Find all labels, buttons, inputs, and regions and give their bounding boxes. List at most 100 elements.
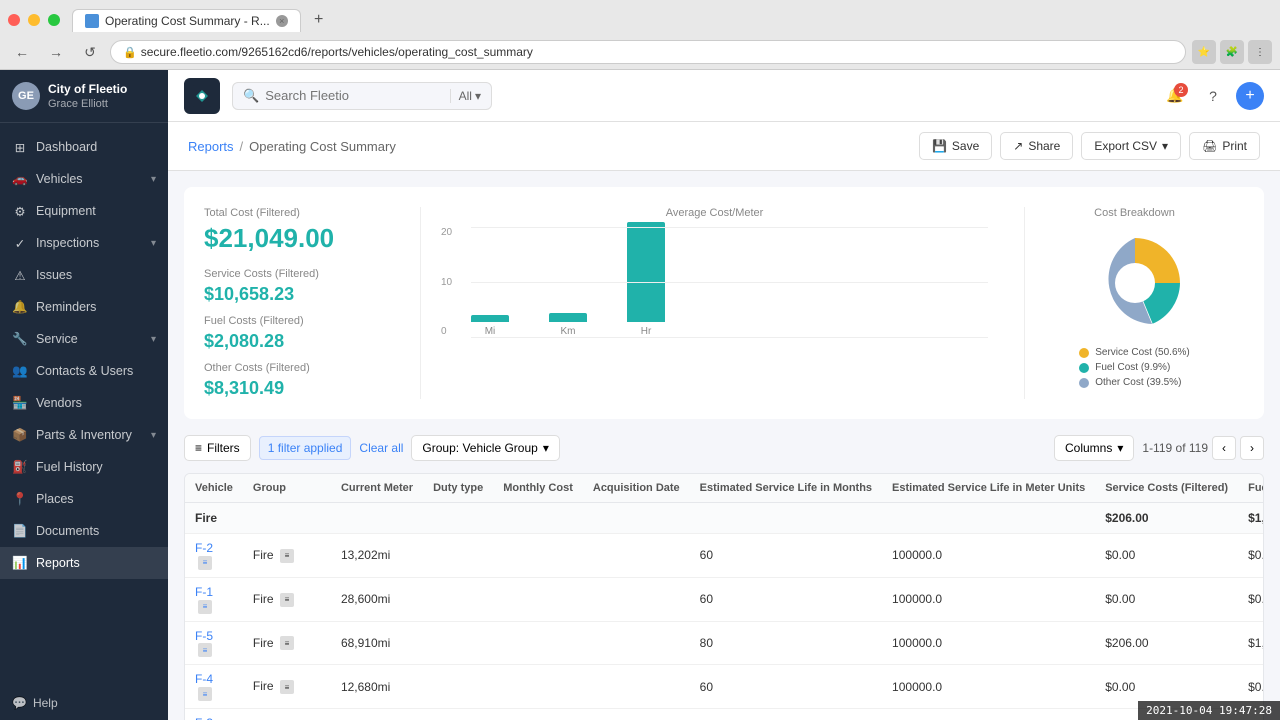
bookmark-btn[interactable]: ⭐ — [1192, 40, 1216, 64]
sidebar-item-vehicles[interactable]: 🚗 Vehicles ▾ — [0, 163, 168, 195]
vehicle-f1-link[interactable]: F-1 ≡ — [195, 585, 213, 613]
cell-group: Fire ≡ — [243, 665, 331, 709]
sidebar-item-dashboard[interactable]: ⊞ Dashboard — [0, 131, 168, 163]
new-tab-btn[interactable]: + — [305, 6, 333, 34]
sidebar-item-parts[interactable]: 📦 Parts & Inventory ▾ — [0, 419, 168, 451]
sidebar-item-documents[interactable]: 📄 Documents — [0, 515, 168, 547]
vehicle-f3-link[interactable]: F-3 ≡ — [195, 716, 213, 720]
sidebar-item-reminders[interactable]: 🔔 Reminders — [0, 291, 168, 323]
vehicle-f2-link[interactable]: F-2 ≡ — [195, 541, 213, 569]
fuel-icon: ⛽ — [12, 459, 28, 475]
search-chevron-icon: ▾ — [475, 89, 481, 103]
sidebar-item-inspections[interactable]: ✓ Inspections ▾ — [0, 227, 168, 259]
app-logo — [184, 78, 220, 114]
tab-close-btn[interactable]: × — [276, 15, 288, 27]
back-btn[interactable]: ← — [8, 38, 36, 66]
parts-chevron-icon: ▾ — [151, 430, 156, 441]
pie-chart-title: Cost Breakdown — [1094, 207, 1175, 219]
search-all-label: All — [459, 89, 472, 103]
fire-fuel: $1,282.50 — [1238, 503, 1264, 534]
table-body: Fire $206.00 $1,282.50 $0.00 $1,488.50 $… — [185, 503, 1264, 720]
col-vehicle: Vehicle — [185, 474, 243, 503]
add-new-btn[interactable]: + — [1236, 82, 1264, 110]
vehicles-icon: 🚗 — [12, 171, 28, 187]
tab-bar: Operating Cost Summary - R... × + — [0, 0, 1280, 34]
filter-icon: ≡ — [195, 441, 202, 455]
service-cost-label: Service Costs (Filtered) — [204, 268, 404, 280]
search-all-dropdown[interactable]: All ▾ — [450, 89, 481, 103]
reload-btn[interactable]: ↺ — [76, 38, 104, 66]
sidebar-item-fuel[interactable]: ⛽ Fuel History — [0, 451, 168, 483]
filters-button[interactable]: ≡ Filters — [184, 435, 251, 461]
org-name[interactable]: City of Fleetio — [48, 82, 127, 96]
legend-service: Service Cost (50.6%) — [1079, 347, 1189, 358]
sidebar-item-vendors[interactable]: 🏪 Vendors — [0, 387, 168, 419]
group-name-fire: Fire — [185, 503, 1095, 534]
extensions-btn[interactable]: 🧩 — [1220, 40, 1244, 64]
cell-monthly — [493, 665, 583, 709]
cell-meter: 13,202mi — [331, 534, 423, 578]
legend-other-dot — [1079, 378, 1089, 388]
total-cost-value: $21,049.00 — [204, 223, 404, 254]
cell-meter-units: 100000.0 — [882, 665, 1095, 709]
tab-title: Operating Cost Summary - R... — [105, 14, 270, 28]
export-csv-button[interactable]: Export CSV ▾ — [1081, 132, 1181, 160]
col-est-life-meter: Estimated Service Life in Meter Units — [882, 474, 1095, 503]
sidebar-item-reports[interactable]: 📊 Reports — [0, 547, 168, 579]
documents-icon: 📄 — [12, 523, 28, 539]
bar-mi — [471, 315, 509, 322]
more-btn[interactable]: ⋮ — [1248, 40, 1272, 64]
print-button[interactable]: 🖨 Print — [1189, 132, 1260, 160]
sidebar-item-equipment[interactable]: ⚙ Equipment — [0, 195, 168, 227]
total-cost-label: Total Cost (Filtered) — [204, 207, 404, 219]
sidebar-label-documents: Documents — [36, 524, 99, 538]
notifications-btn[interactable]: 🔔 2 — [1160, 81, 1190, 111]
cell-fuel: $0.00 — [1238, 577, 1264, 621]
share-button[interactable]: ↗ Share — [1000, 132, 1073, 160]
table-row: F-2 ≡ Fire ≡ 13,202mi 60 100000.0 $0.00 … — [185, 534, 1264, 578]
prev-page-btn[interactable]: ‹ — [1212, 436, 1236, 460]
search-input[interactable] — [265, 88, 443, 103]
col-fuel-costs: Fuel Costs (Filtered) — [1238, 474, 1264, 503]
filter-applied-tag: 1 filter applied — [259, 436, 352, 460]
bar-chart-title: Average Cost/Meter — [441, 207, 988, 219]
sidebar-item-contacts[interactable]: 👥 Contacts & Users — [0, 355, 168, 387]
sidebar-item-places[interactable]: 📍 Places — [0, 483, 168, 515]
legend-service-label: Service Cost (50.6%) — [1095, 347, 1189, 358]
breadcrumb: Reports / Operating Cost Summary — [188, 139, 396, 154]
ssl-lock-icon: 🔒 — [123, 46, 137, 59]
main-content: 🔍 All ▾ 🔔 2 ? + Reports / — [168, 70, 1280, 720]
help-icon-btn[interactable]: ? — [1198, 81, 1228, 111]
vehicle-f5-link[interactable]: F-5 ≡ — [195, 629, 213, 657]
sidebar-item-issues[interactable]: ⚠ Issues — [0, 259, 168, 291]
col-service-costs: Service Costs (Filtered) — [1095, 474, 1238, 503]
clear-all-link[interactable]: Clear all — [359, 441, 403, 455]
notification-badge: 2 — [1174, 83, 1188, 97]
columns-button[interactable]: Columns ▾ — [1054, 435, 1134, 461]
forward-btn[interactable]: → — [42, 38, 70, 66]
breadcrumb-reports-link[interactable]: Reports — [188, 139, 234, 154]
sidebar-label-service: Service — [36, 332, 78, 346]
inspections-chevron-icon: ▾ — [151, 238, 156, 249]
columns-chevron-icon: ▾ — [1117, 441, 1123, 455]
cell-acq — [583, 621, 690, 665]
pie-chart-area: Cost Breakdown — [1024, 207, 1244, 399]
cell-monthly — [493, 577, 583, 621]
cell-group: Fire ≡ — [243, 621, 331, 665]
page-actions: 💾 Save ↗ Share Export CSV ▾ 🖨 Print — [919, 132, 1260, 160]
cell-months: 60 — [690, 709, 882, 720]
active-tab[interactable]: Operating Cost Summary - R... × — [72, 9, 301, 32]
equipment-icon: ⚙ — [12, 203, 28, 219]
sidebar-label-contacts: Contacts & Users — [36, 364, 133, 378]
vehicle-f4-link[interactable]: F-4 ≡ — [195, 672, 213, 700]
service-icon: 🔧 — [12, 331, 28, 347]
other-cost-value: $8,310.49 — [204, 378, 404, 399]
group-dropdown[interactable]: Group: Vehicle Group ▾ — [411, 435, 559, 461]
help-button[interactable]: 💬 Help — [0, 686, 168, 720]
cell-meter-units: 100000.0 — [882, 621, 1095, 665]
sidebar-item-service[interactable]: 🔧 Service ▾ — [0, 323, 168, 355]
url-bar[interactable]: 🔒 secure.fleetio.com/9265162cd6/reports/… — [110, 40, 1186, 64]
save-button[interactable]: 💾 Save — [919, 132, 992, 160]
next-page-btn[interactable]: › — [1240, 436, 1264, 460]
vehicle-icon: ≡ — [198, 643, 212, 657]
